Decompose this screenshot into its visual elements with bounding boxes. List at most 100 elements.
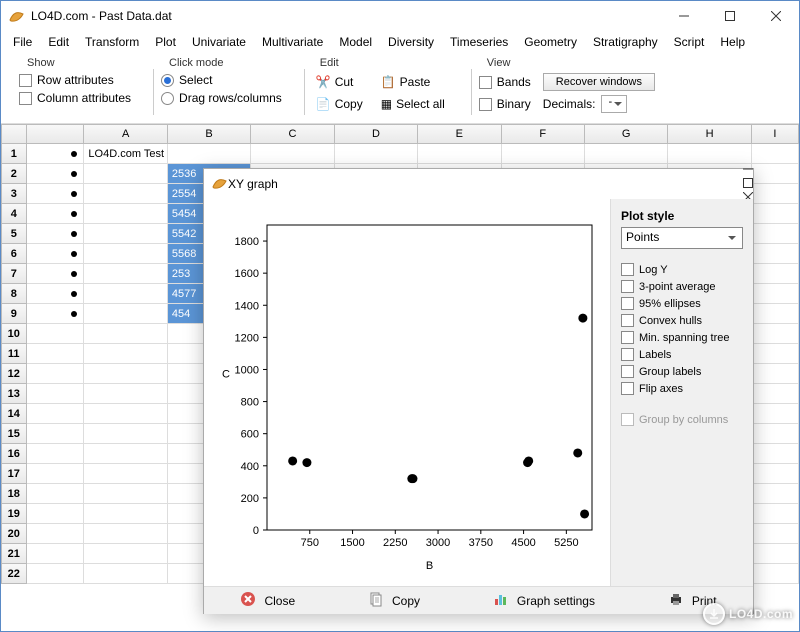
grid-cell[interactable] (84, 364, 167, 384)
grid-cell[interactable] (752, 224, 799, 244)
grid-cell[interactable] (84, 284, 167, 304)
column-header[interactable] (27, 124, 85, 144)
grid-cell[interactable] (752, 444, 799, 464)
plot-option-checkbox[interactable]: Convex hulls (621, 314, 743, 327)
row-header[interactable]: 4 (1, 204, 27, 224)
row-marker-cell[interactable] (27, 484, 85, 504)
row-header[interactable]: 9 (1, 304, 27, 324)
grid-cell[interactable] (752, 504, 799, 524)
grid-cell[interactable] (502, 144, 585, 164)
column-header[interactable]: D (335, 124, 418, 144)
column-header[interactable]: B (168, 124, 251, 144)
grid-cell[interactable]: LO4D.com Test (84, 144, 167, 164)
row-header[interactable]: 6 (1, 244, 27, 264)
grid-cell[interactable] (84, 224, 167, 244)
grid-cell[interactable] (84, 484, 167, 504)
row-header[interactable]: 2 (1, 164, 27, 184)
row-marker-cell[interactable] (27, 524, 85, 544)
grid-cell[interactable] (752, 464, 799, 484)
row-marker-cell[interactable] (27, 284, 85, 304)
cut-button[interactable]: ✂️Cut (312, 73, 367, 91)
row-marker-cell[interactable] (27, 564, 85, 584)
row-marker-cell[interactable] (27, 364, 85, 384)
grid-cell[interactable] (84, 504, 167, 524)
row-header[interactable]: 15 (1, 424, 27, 444)
row-marker-cell[interactable] (27, 264, 85, 284)
menu-script[interactable]: Script (666, 33, 713, 51)
plot-option-checkbox[interactable]: Labels (621, 348, 743, 361)
row-marker-cell[interactable] (27, 324, 85, 344)
select-radio[interactable]: Select (161, 73, 282, 87)
grid-cell[interactable] (84, 404, 167, 424)
grid-cell[interactable] (418, 144, 501, 164)
row-marker-cell[interactable] (27, 164, 85, 184)
grid-cell[interactable] (84, 304, 167, 324)
column-header[interactable]: G (585, 124, 668, 144)
xy-copy-action[interactable]: Copy (358, 587, 430, 614)
menu-file[interactable]: File (5, 33, 40, 51)
column-header[interactable]: F (502, 124, 585, 144)
row-marker-cell[interactable] (27, 204, 85, 224)
menu-multivariate[interactable]: Multivariate (254, 33, 331, 51)
menu-edit[interactable]: Edit (40, 33, 77, 51)
grid-cell[interactable] (752, 184, 799, 204)
paste-button[interactable]: 📋Paste (377, 73, 449, 91)
row-marker-cell[interactable] (27, 304, 85, 324)
grid-cell[interactable] (84, 164, 167, 184)
grid-cell[interactable] (752, 304, 799, 324)
recover-windows-button[interactable]: Recover windows (543, 73, 655, 91)
grid-cell[interactable] (752, 284, 799, 304)
row-marker-cell[interactable] (27, 144, 85, 164)
column-header[interactable] (1, 124, 27, 144)
row-marker-cell[interactable] (27, 404, 85, 424)
menu-timeseries[interactable]: Timeseries (442, 33, 516, 51)
xy-minimize-button[interactable] (743, 163, 753, 177)
select-all-button[interactable]: ▦Select all (377, 95, 449, 113)
grid-cell[interactable] (84, 524, 167, 544)
grid-cell[interactable] (84, 444, 167, 464)
column-header[interactable]: H (668, 124, 751, 144)
grid-cell[interactable] (335, 144, 418, 164)
row-marker-cell[interactable] (27, 184, 85, 204)
menu-plot[interactable]: Plot (147, 33, 184, 51)
drag-radio[interactable]: Drag rows/columns (161, 91, 282, 105)
xy-graph-settings-action[interactable]: Graph settings (483, 587, 605, 614)
grid-cell[interactable] (84, 464, 167, 484)
plot-option-checkbox[interactable]: 3-point average (621, 280, 743, 293)
grid-cell[interactable] (84, 544, 167, 564)
menu-geometry[interactable]: Geometry (516, 33, 585, 51)
grid-cell[interactable] (752, 484, 799, 504)
grid-cell[interactable] (752, 344, 799, 364)
grid-cell[interactable] (752, 524, 799, 544)
grid-cell[interactable] (752, 164, 799, 184)
row-header[interactable]: 8 (1, 284, 27, 304)
plot-option-checkbox[interactable]: Log Y (621, 263, 743, 276)
row-header[interactable]: 20 (1, 524, 27, 544)
grid-cell[interactable] (84, 184, 167, 204)
row-marker-cell[interactable] (27, 444, 85, 464)
row-header[interactable]: 21 (1, 544, 27, 564)
grid-cell[interactable] (585, 144, 668, 164)
column-header[interactable]: I (752, 124, 799, 144)
plot-option-checkbox[interactable]: Min. spanning tree (621, 331, 743, 344)
row-header[interactable]: 13 (1, 384, 27, 404)
row-attributes-checkbox[interactable]: Row attributes (19, 73, 131, 87)
grid-cell[interactable] (84, 264, 167, 284)
grid-cell[interactable] (752, 424, 799, 444)
row-header[interactable]: 14 (1, 404, 27, 424)
row-marker-cell[interactable] (27, 544, 85, 564)
menu-help[interactable]: Help (712, 33, 753, 51)
row-marker-cell[interactable] (27, 224, 85, 244)
grid-cell[interactable] (752, 384, 799, 404)
menu-model[interactable]: Model (331, 33, 380, 51)
xy-maximize-button[interactable] (743, 177, 753, 191)
grid-cell[interactable] (84, 424, 167, 444)
grid-cell[interactable] (84, 564, 167, 584)
row-header[interactable]: 17 (1, 464, 27, 484)
grid-cell[interactable] (251, 144, 334, 164)
grid-cell[interactable] (84, 204, 167, 224)
row-marker-cell[interactable] (27, 244, 85, 264)
menu-univariate[interactable]: Univariate (184, 33, 254, 51)
grid-cell[interactable] (84, 344, 167, 364)
plot-option-checkbox[interactable]: Group labels (621, 365, 743, 378)
